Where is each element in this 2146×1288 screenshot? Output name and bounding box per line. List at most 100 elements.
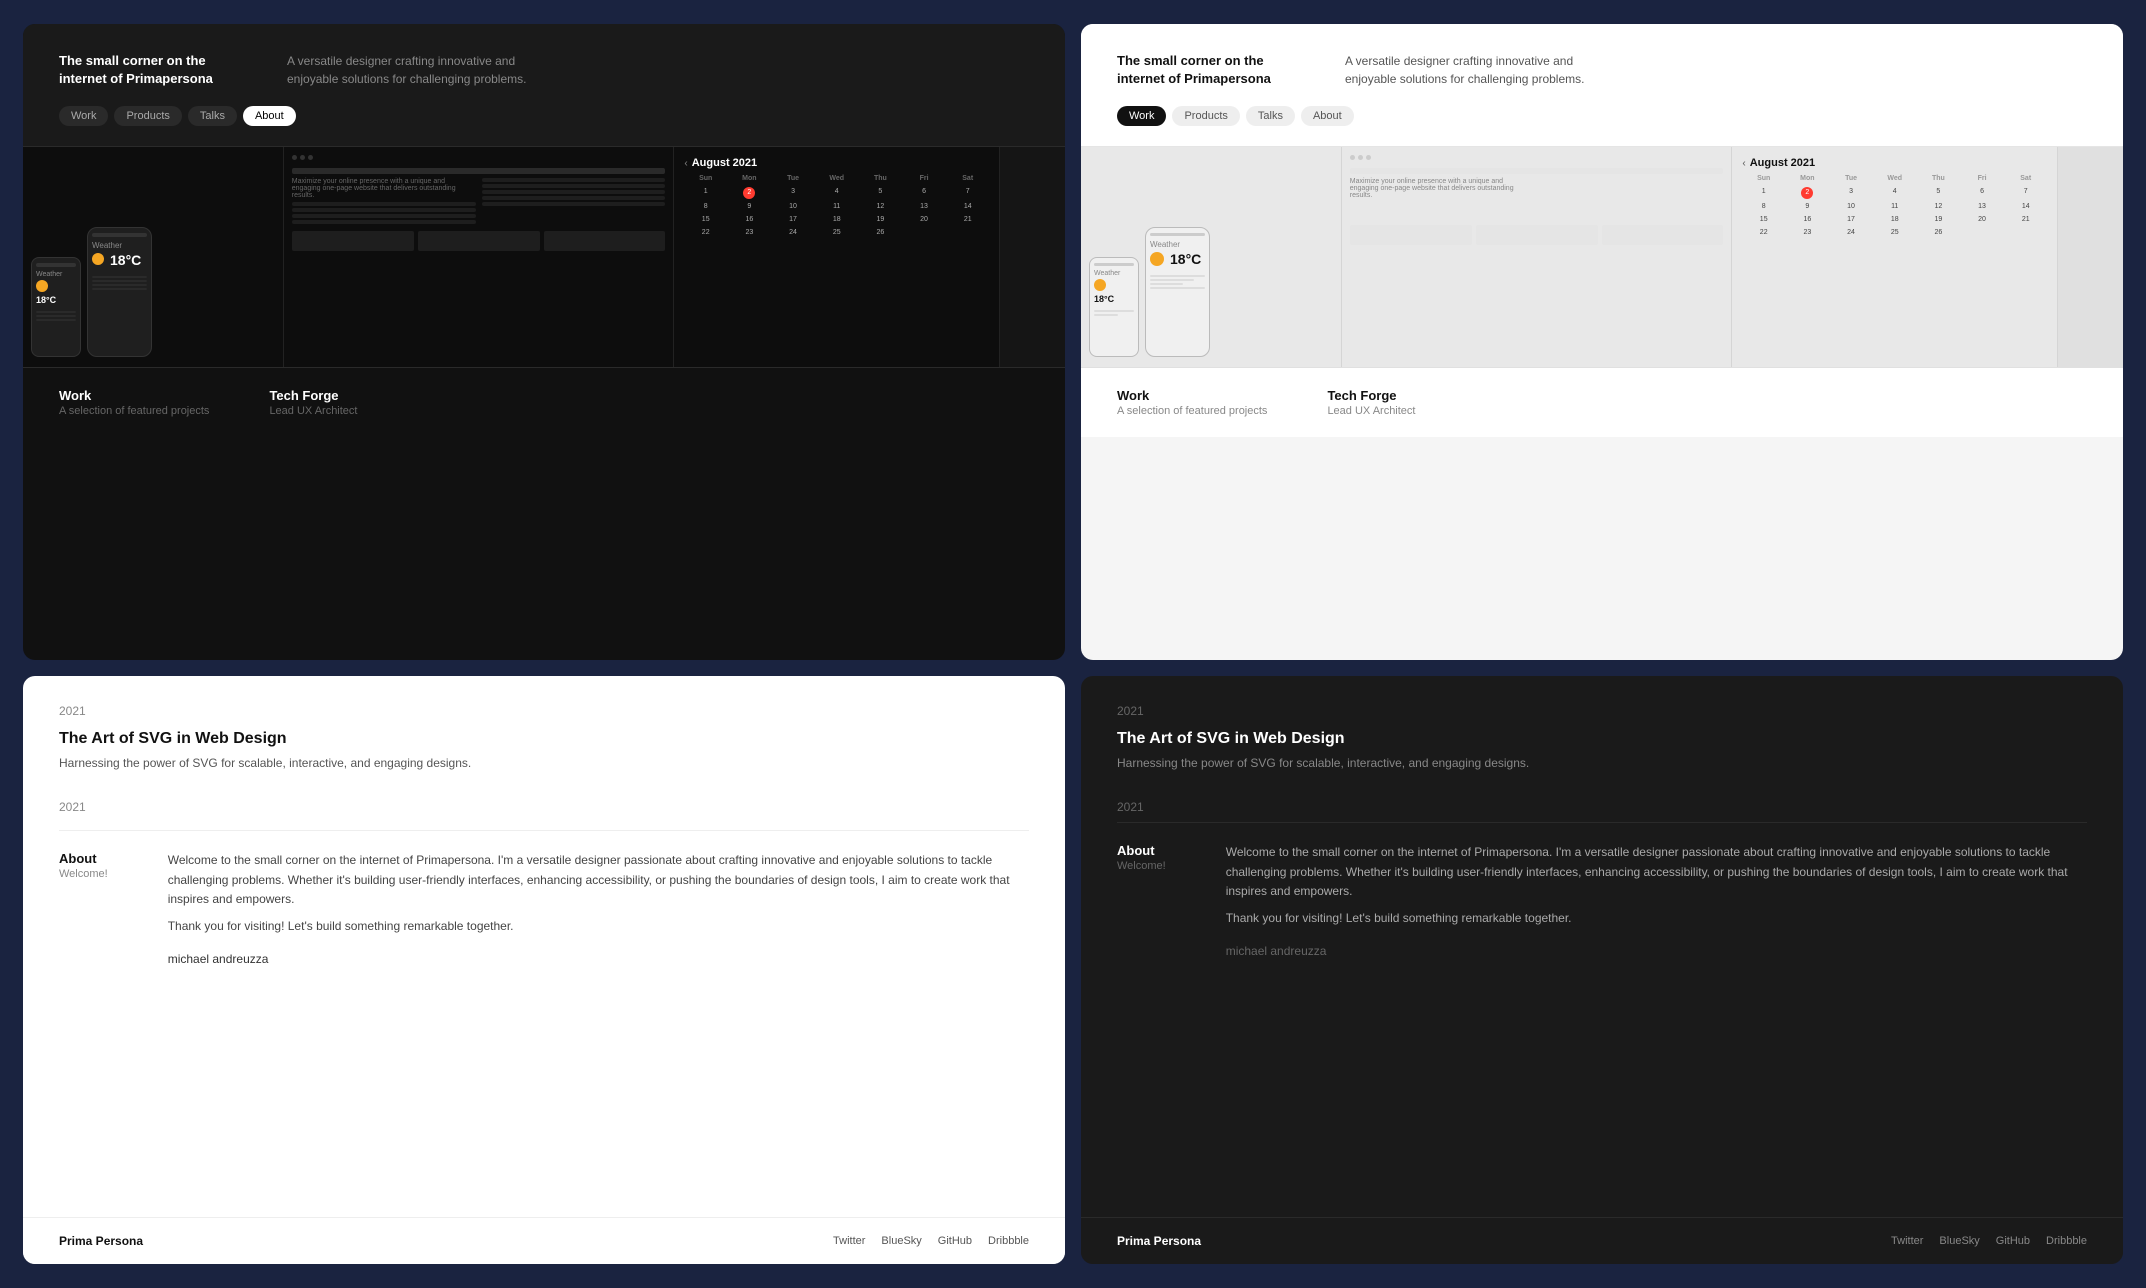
mini-lines [36,311,76,321]
work-title-dark: Work [59,388,209,403]
wp-line-f [292,214,476,218]
footer-link-twitter-right[interactable]: Twitter [1891,1235,1923,1247]
nav-tab-products[interactable]: Products [114,106,181,126]
about-text-2-left: Thank you for visiting! Let's build some… [168,917,1029,936]
footer-link-bluesky-left[interactable]: BlueSky [881,1235,921,1247]
cal-l-26: 26 [1917,227,1960,239]
mini-lines-med [92,276,147,290]
today-indicator: 2 [743,187,755,199]
work-title-light: Work [1117,388,1267,403]
about-content-right: Welcome to the small corner on the inter… [1226,843,2087,958]
cal-l-5: 5 [1917,186,1960,200]
article-year-right: 2021 [1117,704,2087,718]
dot2-light [1358,155,1363,160]
weather-label: Weather [36,271,76,278]
cal-section-light: ‹ August 2021 Sun Mon Tue Wed Thu Fri Sa… [1732,147,2057,367]
wp-line-r4 [482,196,666,200]
cal-8: 8 [684,201,727,213]
dot3-light [1366,155,1371,160]
footer-link-github-right[interactable]: GitHub [1996,1235,2030,1247]
wp-line-r5 [482,202,666,206]
cal-18: 18 [815,214,858,226]
about-label-right: About Welcome! [1117,843,1166,958]
cal-header-thu: Thu [859,173,902,185]
article-title-right: The Art of SVG in Web Design [1117,730,2087,748]
light-header: The small corner on the internet of Prim… [1081,24,2123,147]
nav-tab-talks-light[interactable]: Talks [1246,106,1295,126]
footer-right: Prima Persona Twitter BlueSky GitHub Dri… [1081,1217,2123,1264]
work-row-light: Work A selection of featured projects Te… [1117,388,2087,417]
temp-text-large: 18°C [110,252,141,268]
wp-left-col: Maximize your online presence with a uni… [292,178,476,226]
nav-tab-work-light[interactable]: Work [1117,106,1166,126]
wp-avatars-row-light [1350,225,1724,245]
about-row-left: About Welcome! Welcome to the small corn… [59,830,1029,966]
cal-nav-dark: ‹ August 2021 [684,157,989,169]
dot1-light [1350,155,1355,160]
cal-10: 10 [772,201,815,213]
tagline-text-light: The small corner on the internet of Prim… [1117,52,1297,88]
work-section-dark: Work A selection of featured projects Te… [23,367,1065,437]
cal-15: 15 [684,214,727,226]
site-tagline: The small corner on the internet of Prim… [59,52,239,88]
mini-line-m [92,280,147,282]
wp-right-col-light [1540,178,1724,220]
wp-line [292,202,476,206]
footer-link-twitter-left[interactable]: Twitter [833,1235,865,1247]
description-text-light: A versatile designer crafting innovative… [1345,52,1625,88]
article-year-left: 2021 [59,704,1029,718]
phone-small-light: Weather 18°C [1089,257,1139,357]
author-name-right: michael andreuzza [1226,944,2087,958]
cal-l-16: 16 [1786,214,1829,226]
article-desc-right: Harnessing the power of SVG for scalable… [1117,754,2087,772]
nav-tabs-light: Work Products Talks About [1117,106,2087,126]
phone-inner: Weather 18°C [32,258,80,356]
cal-9: 9 [728,201,771,213]
wp-line-r2 [482,184,666,188]
portfolio-calendar-light: ‹ August 2021 Sun Mon Tue Wed Thu Fri Sa… [1732,147,2058,367]
phone-inner-med-light: Weather 18°C [1146,228,1209,356]
header-content: The small corner on the internet of Prim… [59,52,1029,88]
weather-icon [36,280,48,292]
nav-tab-work[interactable]: Work [59,106,108,126]
phone-medium-light: Weather 18°C [1145,227,1210,357]
footer-left: Prima Persona Twitter BlueSky GitHub Dri… [23,1217,1065,1264]
footer-link-dribbble-left[interactable]: Dribbble [988,1235,1029,1247]
cal-header-sat: Sat [946,173,989,185]
cal-l-4: 4 [1873,186,1916,200]
cal-h-sat: Sat [2004,173,2047,185]
footer-link-github-left[interactable]: GitHub [938,1235,972,1247]
footer-brand-left: Prima Persona [59,1234,143,1248]
phone-inner-light: Weather 18°C [1090,258,1138,356]
mini-lines-light [1094,310,1134,316]
dark-header: The small corner on the internet of Prim… [23,24,1065,147]
phone-small-dark: Weather 18°C [31,257,81,357]
footer-link-dribbble-right[interactable]: Dribbble [2046,1235,2087,1247]
wp-content-row-light: Maximize your online presence with a uni… [1350,178,1724,220]
work-detail-dark: Tech Forge Lead UX Architect [269,388,357,417]
cal-5: 5 [859,186,902,200]
nav-tab-products-light[interactable]: Products [1172,106,1239,126]
cal-3: 3 [772,186,815,200]
nav-tab-talks[interactable]: Talks [188,106,237,126]
avatar-card-1 [292,231,414,251]
cal-l-18: 18 [1873,214,1916,226]
cal-l-21: 21 [2004,214,2047,226]
about-label-left: About Welcome! [59,851,108,966]
cal-l-9: 9 [1786,201,1829,213]
article-title-left: The Art of SVG in Web Design [59,730,1029,748]
work-sublabel-light: A selection of featured projects [1117,405,1267,417]
nav-tab-about[interactable]: About [243,106,296,126]
about-title-left: About [59,851,108,866]
nav-tabs-dark: Work Products Talks About [59,106,1029,126]
mll4 [1150,287,1205,289]
footer-link-bluesky-right[interactable]: BlueSky [1939,1235,1979,1247]
nav-tab-about-light[interactable]: About [1301,106,1354,126]
cal-21: 21 [946,214,989,226]
cal-l-17: 17 [1830,214,1873,226]
footer-brand-right: Prima Persona [1117,1234,1201,1248]
temp-large-light: 18°C [1170,251,1201,267]
panel-dark-top: The small corner on the internet of Prim… [23,24,1065,660]
year-divider-right: 2021 [1081,800,2123,818]
cal-nav-light: ‹ August 2021 [1742,157,2047,169]
